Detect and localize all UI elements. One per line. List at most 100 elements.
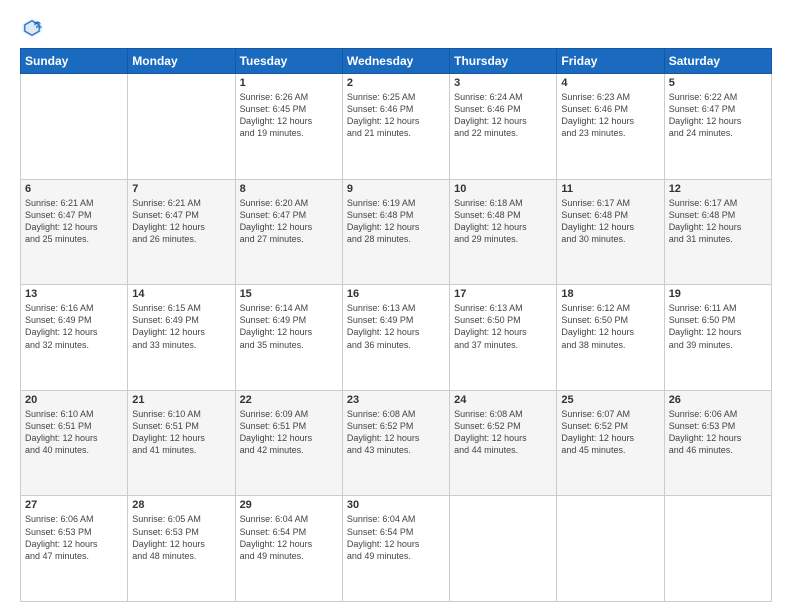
- day-number: 29: [240, 499, 338, 511]
- calendar-cell: 16 Sunrise: 6:13 AMSunset: 6:49 PMDayligh…: [342, 285, 449, 391]
- header: [20, 16, 772, 40]
- day-number: 22: [240, 394, 338, 406]
- day-info: Sunrise: 6:08 AMSunset: 6:52 PMDaylight:…: [347, 408, 445, 457]
- calendar-day-header: Sunday: [21, 49, 128, 74]
- day-number: 7: [132, 183, 230, 195]
- day-info: Sunrise: 6:04 AMSunset: 6:54 PMDaylight:…: [347, 513, 445, 562]
- calendar-cell: 20 Sunrise: 6:10 AMSunset: 6:51 PMDayligh…: [21, 390, 128, 496]
- day-info: Sunrise: 6:26 AMSunset: 6:45 PMDaylight:…: [240, 91, 338, 140]
- calendar-day-header: Thursday: [450, 49, 557, 74]
- calendar-cell: 29 Sunrise: 6:04 AMSunset: 6:54 PMDayligh…: [235, 496, 342, 602]
- day-number: 10: [454, 183, 552, 195]
- day-info: Sunrise: 6:14 AMSunset: 6:49 PMDaylight:…: [240, 302, 338, 351]
- day-info: Sunrise: 6:09 AMSunset: 6:51 PMDaylight:…: [240, 408, 338, 457]
- day-info: Sunrise: 6:17 AMSunset: 6:48 PMDaylight:…: [561, 197, 659, 246]
- day-number: 21: [132, 394, 230, 406]
- day-number: 1: [240, 77, 338, 89]
- day-number: 2: [347, 77, 445, 89]
- day-number: 8: [240, 183, 338, 195]
- calendar-cell: 14 Sunrise: 6:15 AMSunset: 6:49 PMDayligh…: [128, 285, 235, 391]
- calendar-cell: 3Sunrise: 6:24 AMSunset: 6:46 PMDaylight…: [450, 74, 557, 180]
- calendar-cell: 23 Sunrise: 6:08 AMSunset: 6:52 PMDayligh…: [342, 390, 449, 496]
- calendar-day-header: Friday: [557, 49, 664, 74]
- day-info: Sunrise: 6:13 AMSunset: 6:49 PMDaylight:…: [347, 302, 445, 351]
- day-number: 11: [561, 183, 659, 195]
- day-info: Sunrise: 6:21 AMSunset: 6:47 PMDaylight:…: [25, 197, 123, 246]
- day-info: Sunrise: 6:21 AMSunset: 6:47 PMDaylight:…: [132, 197, 230, 246]
- day-info: Sunrise: 6:19 AMSunset: 6:48 PMDaylight:…: [347, 197, 445, 246]
- day-info: Sunrise: 6:11 AMSunset: 6:50 PMDaylight:…: [669, 302, 767, 351]
- page: SundayMondayTuesdayWednesdayThursdayFrid…: [0, 0, 792, 612]
- day-number: 4: [561, 77, 659, 89]
- calendar-week-row: 1 Sunrise: 6:26 AMSunset: 6:45 PMDaylight…: [21, 74, 772, 180]
- day-info: Sunrise: 6:08 AMSunset: 6:52 PMDaylight:…: [454, 408, 552, 457]
- calendar-cell: 8Sunrise: 6:20 AMSunset: 6:47 PMDaylight…: [235, 179, 342, 285]
- day-info: Sunrise: 6:05 AMSunset: 6:53 PMDaylight:…: [132, 513, 230, 562]
- calendar-cell: 25 Sunrise: 6:07 AMSunset: 6:52 PMDayligh…: [557, 390, 664, 496]
- day-info: Sunrise: 6:06 AMSunset: 6:53 PMDaylight:…: [25, 513, 123, 562]
- calendar-cell: 30 Sunrise: 6:04 AMSunset: 6:54 PMDayligh…: [342, 496, 449, 602]
- calendar-day-header: Saturday: [664, 49, 771, 74]
- day-info: Sunrise: 6:25 AMSunset: 6:46 PMDaylight:…: [347, 91, 445, 140]
- calendar-cell: 18 Sunrise: 6:12 AMSunset: 6:50 PMDayligh…: [557, 285, 664, 391]
- day-info: Sunrise: 6:15 AMSunset: 6:49 PMDaylight:…: [132, 302, 230, 351]
- calendar-cell: 19 Sunrise: 6:11 AMSunset: 6:50 PMDayligh…: [664, 285, 771, 391]
- calendar-cell: 26 Sunrise: 6:06 AMSunset: 6:53 PMDayligh…: [664, 390, 771, 496]
- day-number: 17: [454, 288, 552, 300]
- day-number: 6: [25, 183, 123, 195]
- logo: [20, 16, 48, 40]
- day-number: 15: [240, 288, 338, 300]
- day-number: 18: [561, 288, 659, 300]
- day-number: 25: [561, 394, 659, 406]
- calendar-cell: 22 Sunrise: 6:09 AMSunset: 6:51 PMDayligh…: [235, 390, 342, 496]
- day-number: 30: [347, 499, 445, 511]
- day-number: 28: [132, 499, 230, 511]
- day-number: 23: [347, 394, 445, 406]
- day-number: 20: [25, 394, 123, 406]
- day-info: Sunrise: 6:16 AMSunset: 6:49 PMDaylight:…: [25, 302, 123, 351]
- day-number: 9: [347, 183, 445, 195]
- day-info: Sunrise: 6:06 AMSunset: 6:53 PMDaylight:…: [669, 408, 767, 457]
- calendar-cell: 28 Sunrise: 6:05 AMSunset: 6:53 PMDayligh…: [128, 496, 235, 602]
- calendar-cell: 1 Sunrise: 6:26 AMSunset: 6:45 PMDaylight…: [235, 74, 342, 180]
- calendar-cell: 27 Sunrise: 6:06 AMSunset: 6:53 PMDayligh…: [21, 496, 128, 602]
- day-number: 12: [669, 183, 767, 195]
- day-info: Sunrise: 6:10 AMSunset: 6:51 PMDaylight:…: [25, 408, 123, 457]
- calendar-week-row: 27 Sunrise: 6:06 AMSunset: 6:53 PMDayligh…: [21, 496, 772, 602]
- calendar-cell: 24Sunrise: 6:08 AMSunset: 6:52 PMDayligh…: [450, 390, 557, 496]
- day-info: Sunrise: 6:23 AMSunset: 6:46 PMDaylight:…: [561, 91, 659, 140]
- calendar-cell: 11 Sunrise: 6:17 AMSunset: 6:48 PMDayligh…: [557, 179, 664, 285]
- calendar-cell: 2 Sunrise: 6:25 AMSunset: 6:46 PMDaylight…: [342, 74, 449, 180]
- calendar-cell: 6 Sunrise: 6:21 AMSunset: 6:47 PMDaylight…: [21, 179, 128, 285]
- calendar-cell: 4 Sunrise: 6:23 AMSunset: 6:46 PMDaylight…: [557, 74, 664, 180]
- calendar-week-row: 6 Sunrise: 6:21 AMSunset: 6:47 PMDaylight…: [21, 179, 772, 285]
- day-number: 14: [132, 288, 230, 300]
- calendar-cell: [450, 496, 557, 602]
- day-info: Sunrise: 6:10 AMSunset: 6:51 PMDaylight:…: [132, 408, 230, 457]
- day-info: Sunrise: 6:04 AMSunset: 6:54 PMDaylight:…: [240, 513, 338, 562]
- day-info: Sunrise: 6:17 AMSunset: 6:48 PMDaylight:…: [669, 197, 767, 246]
- day-info: Sunrise: 6:12 AMSunset: 6:50 PMDaylight:…: [561, 302, 659, 351]
- calendar-week-row: 20 Sunrise: 6:10 AMSunset: 6:51 PMDayligh…: [21, 390, 772, 496]
- calendar-cell: 17 Sunrise: 6:13 AMSunset: 6:50 PMDayligh…: [450, 285, 557, 391]
- calendar-cell: 15 Sunrise: 6:14 AMSunset: 6:49 PMDayligh…: [235, 285, 342, 391]
- calendar-week-row: 13 Sunrise: 6:16 AMSunset: 6:49 PMDayligh…: [21, 285, 772, 391]
- day-number: 3: [454, 77, 552, 89]
- day-info: Sunrise: 6:07 AMSunset: 6:52 PMDaylight:…: [561, 408, 659, 457]
- day-info: Sunrise: 6:13 AMSunset: 6:50 PMDaylight:…: [454, 302, 552, 351]
- calendar-cell: 9 Sunrise: 6:19 AMSunset: 6:48 PMDaylight…: [342, 179, 449, 285]
- day-number: 27: [25, 499, 123, 511]
- calendar-header-row: SundayMondayTuesdayWednesdayThursdayFrid…: [21, 49, 772, 74]
- day-info: Sunrise: 6:18 AMSunset: 6:48 PMDaylight:…: [454, 197, 552, 246]
- day-number: 13: [25, 288, 123, 300]
- calendar-cell: [664, 496, 771, 602]
- calendar-cell: 5Sunrise: 6:22 AMSunset: 6:47 PMDaylight…: [664, 74, 771, 180]
- day-info: Sunrise: 6:22 AMSunset: 6:47 PMDaylight:…: [669, 91, 767, 140]
- day-number: 16: [347, 288, 445, 300]
- calendar-cell: 12 Sunrise: 6:17 AMSunset: 6:48 PMDayligh…: [664, 179, 771, 285]
- day-number: 26: [669, 394, 767, 406]
- calendar-cell: [21, 74, 128, 180]
- calendar-cell: 13 Sunrise: 6:16 AMSunset: 6:49 PMDayligh…: [21, 285, 128, 391]
- day-number: 19: [669, 288, 767, 300]
- calendar-cell: 21 Sunrise: 6:10 AMSunset: 6:51 PMDayligh…: [128, 390, 235, 496]
